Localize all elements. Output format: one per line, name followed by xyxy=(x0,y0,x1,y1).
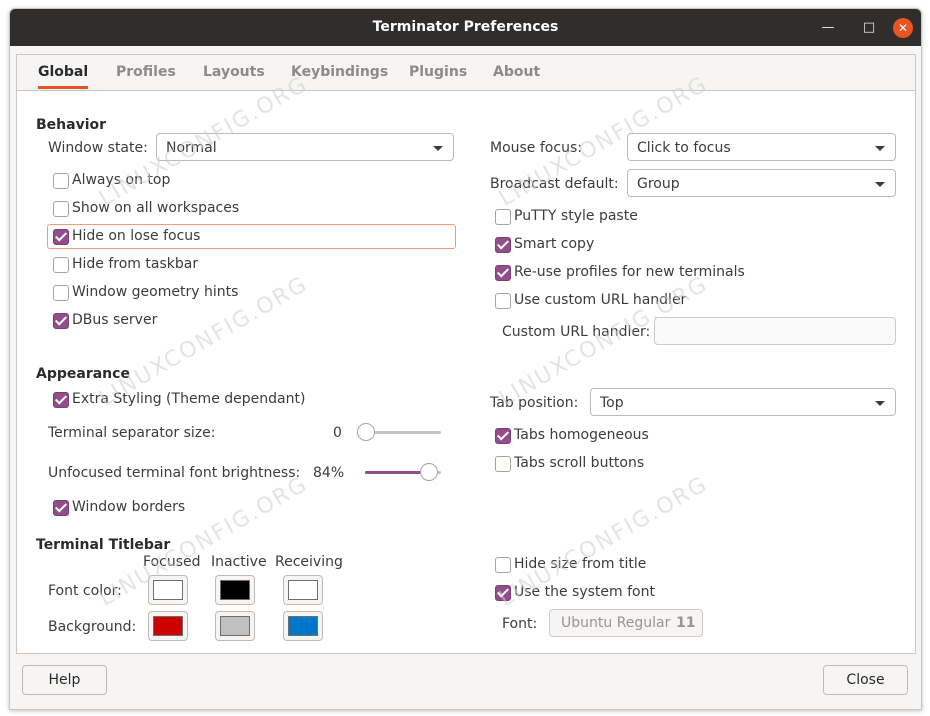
column-receiving: Receiving xyxy=(275,554,343,570)
hide-on-lose-focus-checkbox[interactable] xyxy=(53,229,69,245)
tab-profiles[interactable]: Profiles xyxy=(116,55,176,89)
broadcast-combo[interactable]: Group xyxy=(627,169,896,197)
hide-from-taskbar-checkbox[interactable] xyxy=(53,257,69,273)
help-button-label: Help xyxy=(48,672,81,688)
receiving-font-color-button[interactable] xyxy=(283,575,323,605)
mouse-focus-value: Click to focus xyxy=(637,140,731,156)
maximize-icon[interactable]: □ xyxy=(859,18,879,38)
separator-size-label: Terminal separator size: xyxy=(48,425,216,441)
color-swatch xyxy=(288,580,318,600)
tab-about[interactable]: About xyxy=(493,55,540,89)
receiving-background-button[interactable] xyxy=(283,611,323,641)
geometry-hints-checkbox[interactable] xyxy=(53,285,69,301)
column-inactive: Inactive xyxy=(211,554,267,570)
window-borders-checkbox[interactable] xyxy=(53,500,69,516)
chevron-down-icon xyxy=(433,146,443,151)
close-button-label: Close xyxy=(846,672,885,688)
color-swatch xyxy=(153,616,183,636)
color-swatch xyxy=(153,580,183,600)
extra-styling-checkbox[interactable] xyxy=(53,392,69,408)
background-label: Background: xyxy=(48,619,137,635)
brightness-value: 84% xyxy=(313,465,345,481)
tab-position-combo[interactable]: Top xyxy=(590,388,896,416)
font-chooser-button[interactable]: Ubuntu Regular 11 xyxy=(549,609,703,637)
brightness-slider[interactable] xyxy=(365,463,443,483)
help-button[interactable]: Help xyxy=(22,665,107,695)
chevron-down-icon xyxy=(875,182,885,187)
slider-knob[interactable] xyxy=(357,423,375,441)
color-swatch xyxy=(220,616,250,636)
tabs-homogeneous-label: Tabs homogeneous xyxy=(514,427,649,443)
custom-url-checkbox[interactable] xyxy=(495,293,511,309)
hide-on-lose-focus-label: Hide on lose focus xyxy=(72,228,201,244)
focused-background-button[interactable] xyxy=(148,611,188,641)
hide-from-taskbar-label: Hide from taskbar xyxy=(72,256,199,272)
smart-copy-label: Smart copy xyxy=(514,236,595,252)
mouse-focus-combo[interactable]: Click to focus xyxy=(627,133,896,161)
brightness-label: Unfocused terminal font brightness: xyxy=(48,465,301,481)
tabs-scroll-label: Tabs scroll buttons xyxy=(514,455,645,471)
inactive-background-button[interactable] xyxy=(215,611,255,641)
behavior-heading: Behavior xyxy=(36,117,107,133)
separator-size-value: 0 xyxy=(333,425,342,441)
font-label: Font: xyxy=(502,616,538,632)
tabs-homogeneous-checkbox[interactable] xyxy=(495,428,511,444)
window-borders-label: Window borders xyxy=(72,499,186,515)
tab-bar: Global Profiles Layouts Keybindings Plug… xyxy=(17,55,915,91)
dbus-server-checkbox[interactable] xyxy=(53,313,69,329)
titlebar-heading: Terminal Titlebar xyxy=(36,537,171,553)
tab-plugins[interactable]: Plugins xyxy=(409,55,467,89)
tab-position-value: Top xyxy=(600,395,624,411)
title-bar[interactable]: Terminator Preferences xyxy=(10,9,921,46)
inactive-font-color-button[interactable] xyxy=(215,575,255,605)
reuse-profiles-checkbox[interactable] xyxy=(495,265,511,281)
preferences-window: Terminator Preferences — □ ✕ Global Prof… xyxy=(9,8,922,710)
reuse-profiles-label: Re-use profiles for new terminals xyxy=(514,264,745,280)
window-state-label: Window state: xyxy=(48,140,148,156)
tab-layouts[interactable]: Layouts xyxy=(203,55,265,89)
hide-size-checkbox[interactable] xyxy=(495,557,511,573)
geometry-hints-label: Window geometry hints xyxy=(72,284,239,300)
smart-copy-checkbox[interactable] xyxy=(495,237,511,253)
broadcast-value: Group xyxy=(637,176,680,192)
putty-paste-label: PuTTY style paste xyxy=(514,208,638,224)
tab-global[interactable]: Global xyxy=(38,55,89,89)
separator-size-slider[interactable] xyxy=(357,423,443,443)
color-swatch xyxy=(288,616,318,636)
close-icon[interactable]: ✕ xyxy=(893,18,913,38)
color-swatch xyxy=(220,580,250,600)
url-handler-input[interactable] xyxy=(654,317,896,345)
minimize-icon[interactable]: — xyxy=(818,18,838,38)
dbus-server-label: DBus server xyxy=(72,312,158,328)
font-name: Ubuntu Regular xyxy=(561,615,671,631)
show-all-workspaces-checkbox[interactable] xyxy=(53,201,69,217)
window-title: Terminator Preferences xyxy=(372,19,559,35)
slider-knob[interactable] xyxy=(419,463,438,481)
chevron-down-icon xyxy=(875,146,885,151)
show-all-workspaces-label: Show on all workspaces xyxy=(72,200,240,216)
putty-paste-checkbox[interactable] xyxy=(495,209,511,225)
font-size: 11 xyxy=(676,615,696,631)
close-button[interactable]: Close xyxy=(823,665,908,695)
always-on-top-checkbox[interactable] xyxy=(53,173,69,189)
chevron-down-icon xyxy=(875,401,885,406)
tabs-scroll-checkbox[interactable] xyxy=(495,456,511,472)
